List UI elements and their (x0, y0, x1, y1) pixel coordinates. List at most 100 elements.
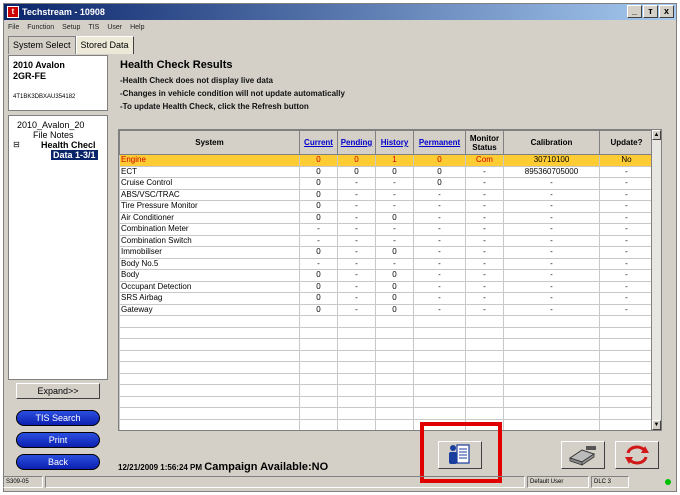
status-user: Default User (527, 476, 589, 488)
table-cell-perm: 0 (413, 154, 466, 167)
table-cell-upd: - (599, 257, 654, 270)
table-row[interactable]: Air Conditioner 0-0- - - - (119, 211, 654, 224)
table-row[interactable]: Occupant Detection 0-0- - - - (119, 280, 654, 293)
table-row[interactable]: Combination Switch - - - - - - - (119, 234, 654, 247)
table-cell-empty (119, 384, 300, 397)
table-cell-pen: - (337, 246, 376, 259)
scroll-down-icon[interactable]: ▼ (652, 420, 661, 430)
table-cell-empty (337, 349, 376, 362)
menu-file[interactable]: File (8, 21, 19, 34)
table-cell-empty (413, 326, 466, 339)
close-button[interactable]: x (659, 5, 674, 18)
menu-setup[interactable]: Setup (62, 21, 80, 34)
ecu-flash-button[interactable] (561, 441, 605, 469)
table-cell-mon: - (465, 246, 504, 259)
page-title: Health Check Results (120, 59, 233, 71)
tab-stored-data[interactable]: Stored Data (75, 36, 134, 54)
table-row[interactable]: Body 0-0- - - - (119, 269, 654, 282)
table-row[interactable]: Combination Meter - - - - - - - (119, 223, 654, 236)
table-cell-empty (375, 315, 414, 328)
table-cell-sys: Cruise Control (119, 177, 300, 190)
tab-system-select[interactable]: System Select (8, 36, 76, 54)
table-row[interactable]: Tire Pressure Monitor 0- - - - - - (119, 200, 654, 213)
column-history[interactable]: History (375, 130, 414, 155)
table-cell-upd: - (599, 177, 654, 190)
table-cell-empty (465, 338, 504, 351)
expand-button[interactable]: Expand>> (16, 383, 100, 399)
table-row-empty (119, 395, 654, 408)
scroll-up-icon[interactable]: ▲ (652, 130, 661, 140)
table-cell-empty (413, 384, 466, 397)
tree-health-check[interactable]: ⊟ Health Checl (11, 140, 105, 150)
table-cell-perm: - (413, 303, 466, 316)
connection-led-icon (665, 479, 671, 485)
table-cell-empty (375, 418, 414, 430)
table-row[interactable]: Immobiliser 0-0- - - - (119, 246, 654, 259)
refresh-button[interactable] (615, 441, 659, 469)
menu-function[interactable]: Function (27, 21, 54, 34)
tree-file-notes[interactable]: File Notes (11, 130, 105, 140)
table-cell-empty (119, 418, 300, 430)
column-pending[interactable]: Pending (337, 130, 376, 155)
table-cell-cur: 0 (299, 269, 338, 282)
collapse-icon[interactable]: ⊟ (13, 140, 23, 150)
table-row[interactable]: ECT 0 0 0 0-895360705000- (119, 165, 654, 178)
table-cell-cur: 0 (299, 200, 338, 213)
column-monitor-status: Monitor Status (465, 130, 504, 155)
table-cell-empty (299, 326, 338, 339)
back-button[interactable]: Back (16, 454, 100, 470)
table-row[interactable]: Gateway 0-0- - - - (119, 303, 654, 316)
table-cell-empty (503, 338, 600, 351)
print-button[interactable]: Print (16, 432, 100, 448)
menu-user[interactable]: User (107, 21, 122, 34)
table-cell-cal: - (503, 234, 600, 247)
table-row[interactable]: SRS Airbag 0-0- - - - (119, 292, 654, 305)
table-cell-empty (299, 418, 338, 430)
table-cell-empty (599, 326, 654, 339)
table-cell-empty (503, 407, 600, 420)
health-check-grid: System Current Pending History Permanent… (118, 129, 662, 431)
table-cell-pen: - (337, 257, 376, 270)
table-cell-empty (299, 372, 338, 385)
timestamp: 12/21/2009 1:56:24 PM (118, 463, 203, 472)
column-current[interactable]: Current (299, 130, 338, 155)
table-cell-pen: - (337, 280, 376, 293)
table-cell-cal: - (503, 188, 600, 201)
menu-tis[interactable]: TIS (88, 21, 99, 34)
table-cell-cal: 895360705000 (503, 165, 600, 178)
vertical-scrollbar[interactable]: ▲ ▼ (651, 130, 661, 430)
table-cell-empty (375, 384, 414, 397)
main-pane: Health Check Results -Health Check does … (112, 55, 670, 480)
tree-selected-data[interactable]: Data 1-3/1 (11, 150, 105, 160)
table-cell-empty (503, 384, 600, 397)
table-cell-mon: - (465, 292, 504, 305)
menu-help[interactable]: Help (130, 21, 144, 34)
restore-button[interactable]: т (643, 5, 658, 18)
table-cell-cal: - (503, 292, 600, 305)
column-permanent[interactable]: Permanent (413, 130, 466, 155)
table-cell-empty (299, 384, 338, 397)
table-row-empty (119, 361, 654, 374)
tis-search-button[interactable]: TIS Search (16, 410, 100, 426)
table-cell-empty (299, 349, 338, 362)
minimize-button[interactable]: _ (627, 5, 642, 18)
table-cell-empty (375, 407, 414, 420)
column-system[interactable]: System (119, 130, 300, 155)
table-cell-mon: - (465, 257, 504, 270)
table-cell-empty (413, 315, 466, 328)
table-row[interactable]: Body No.5- - - - - - - (119, 257, 654, 270)
tree-root[interactable]: 2010_Avalon_20 (11, 120, 105, 130)
table-row[interactable]: ABS/VSC/TRAC 0- - - - - - (119, 188, 654, 201)
table-cell-his: 0 (375, 280, 414, 293)
table-row[interactable]: Engine 0 0 1 0 Com 30710100 No (119, 154, 654, 167)
table-row[interactable]: Cruise Control 0- -0- - - (119, 177, 654, 190)
table-cell-pen: 0 (337, 154, 376, 167)
table-cell-pen: - (337, 200, 376, 213)
table-cell-empty (119, 395, 300, 408)
table-cell-upd: - (599, 269, 654, 282)
table-cell-cal: 30710100 (503, 154, 600, 167)
table-cell-cal: - (503, 280, 600, 293)
table-cell-perm: 0 (413, 165, 466, 178)
vehicle-engine: 2GR-FE (13, 71, 47, 81)
table-cell-empty (413, 338, 466, 351)
